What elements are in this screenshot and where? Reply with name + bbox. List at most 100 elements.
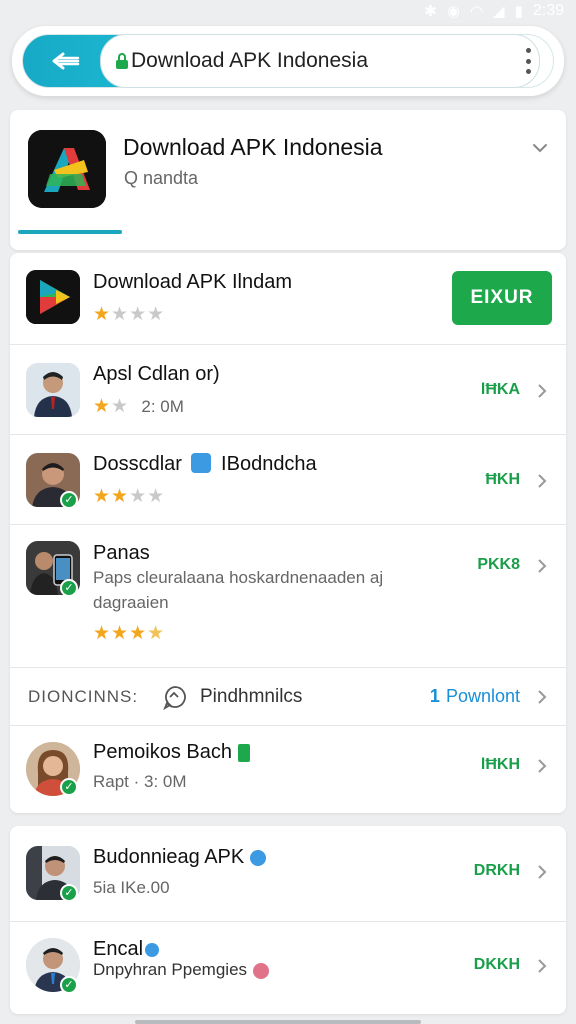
- star-half-icon: ★: [147, 623, 166, 644]
- section-header: DIONCINNS: Pindhmnilcs 1 Pownlont: [10, 668, 566, 726]
- battery-badge-icon: [237, 743, 250, 762]
- star-filled-icon: ★★: [93, 486, 130, 507]
- signal-icon: ◢: [493, 3, 505, 20]
- bluetooth-icon: ✱: [424, 3, 437, 20]
- verified-icon: ✓: [60, 976, 78, 994]
- chevron-down-icon[interactable]: [532, 140, 548, 156]
- status-time: 2:39: [532, 2, 564, 19]
- item-meta: Dnpyhran Ppemgies: [93, 960, 270, 980]
- item-title-text: Encal: [93, 938, 144, 960]
- avatar: [26, 363, 80, 417]
- size-label: PKK8: [477, 556, 520, 573]
- dot-icon: [525, 48, 531, 53]
- item-title: Encal: [93, 938, 160, 961]
- list-item[interactable]: ✓ Pemoikos Bach Rapt · 3: 0M lĦKH: [10, 726, 566, 813]
- header-card: Download APK Indonesia Q nandta: [10, 110, 566, 250]
- item-title: Apsl Cdlan or): [93, 363, 220, 385]
- item-meta: Rapt · 3: 0M: [93, 772, 187, 791]
- chevron-right-icon: [538, 384, 547, 398]
- item-title: Budonnieag APK: [93, 846, 267, 869]
- url-text: Download APK Indonesia: [131, 49, 368, 72]
- list-item[interactable]: ✓ Dosscdlar IBodndcha ★★★★ ĦKH: [10, 435, 566, 525]
- section-tab[interactable]: Pindhmnilcs: [200, 686, 302, 708]
- verified-badge-icon: [145, 942, 160, 957]
- size-label: lĦKH: [480, 756, 520, 773]
- wifi-icon: ◠: [469, 3, 484, 20]
- item-title-text: Dosscdlar: [93, 453, 182, 475]
- size-label: DKKH: [473, 956, 520, 973]
- size-label: DRKH: [473, 862, 520, 879]
- page-subtitle: Q nandta: [124, 168, 199, 188]
- url-field[interactable]: Download APK Indonesia: [100, 34, 540, 88]
- featured-title: Download APK Ilndam: [93, 271, 293, 293]
- list-item[interactable]: ✓ Encal Dnpyhran Ppemgies DKKH: [10, 922, 566, 1014]
- play-logo: [26, 270, 80, 324]
- play-store-icon: [26, 270, 80, 324]
- featured-row[interactable]: Download APK Ilndam ★★★★ EIXUR: [10, 253, 566, 345]
- status-dot-icon: [253, 962, 270, 979]
- download-icon: 1: [429, 686, 440, 706]
- app-logo[interactable]: [28, 130, 106, 208]
- item-title-text: Pemoikos Bach: [93, 741, 232, 763]
- item-title-suffix: IBodndcha: [221, 453, 317, 475]
- more-options-button[interactable]: [518, 48, 538, 74]
- verified-icon: ✓: [60, 778, 78, 796]
- item-title: Panas: [93, 542, 150, 564]
- section-label: DIONCINNS:: [28, 687, 139, 706]
- chevron-right-icon: [538, 690, 547, 704]
- chat-bubble-icon: [163, 686, 186, 710]
- list-item[interactable]: ✓ Budonnieag APK 5ia IKe.00 DRKH: [10, 826, 566, 922]
- verified-badge-icon: [250, 849, 267, 866]
- size-label: ĦKH: [485, 471, 520, 488]
- verified-icon: ✓: [60, 579, 78, 597]
- back-arrow-icon: [52, 52, 80, 70]
- star-empty-icon: ★: [111, 396, 130, 417]
- chevron-right-icon: [538, 474, 547, 488]
- star-filled-icon: ★: [93, 396, 112, 417]
- rating-stars: ★★★★: [93, 485, 165, 508]
- star-empty-icon: ★★: [129, 486, 166, 507]
- item-meta-text: Dnpyhran Ppemgies: [93, 960, 248, 979]
- status-bar: ✱ ◉ ◠ ◢ ▮ 2:39: [0, 0, 576, 22]
- item-title-text: Budonnieag APK: [93, 846, 245, 868]
- address-bar: Download APK Indonesia: [12, 26, 564, 96]
- back-button[interactable]: [34, 40, 98, 82]
- rating-stars: ★★ 2: 0M: [93, 395, 184, 418]
- chevron-right-icon: [538, 759, 547, 773]
- lock-icon: [115, 53, 129, 69]
- star-empty-icon: ★★★: [111, 304, 166, 325]
- dot-icon: [525, 69, 531, 74]
- item-meta: 2: 0M: [141, 397, 184, 416]
- battery-icon: ▮: [514, 3, 523, 20]
- home-indicator[interactable]: [135, 1020, 421, 1024]
- dot-icon: [525, 58, 531, 64]
- list-item[interactable]: ✓ Panas Paps cleuralaana hoskardnenaaden…: [10, 525, 566, 668]
- verified-icon: ✓: [60, 884, 78, 902]
- item-title: Pemoikos Bach: [93, 741, 250, 764]
- rating-stars: ★★★★: [93, 303, 165, 326]
- download-link-label: Pownlont: [445, 686, 520, 706]
- apk-logo-icon: [28, 130, 106, 208]
- star-filled-icon: ★: [93, 304, 112, 325]
- person-icon: [26, 363, 80, 417]
- item-description-2: dagraaien: [93, 593, 169, 612]
- app-list-2: ✓ Budonnieag APK 5ia IKe.00 DRKH ✓ Encal…: [10, 826, 566, 1014]
- chevron-right-icon: [538, 865, 547, 879]
- verified-badge-icon: [191, 453, 212, 473]
- app-list: Download APK Ilndam ★★★★ EIXUR Apsl Cdla…: [10, 253, 566, 813]
- rating-stars: ★★★★: [93, 622, 165, 645]
- chevron-right-icon: [538, 559, 547, 573]
- size-label: lĦKA: [480, 381, 520, 398]
- item-title: Dosscdlar IBodndcha: [93, 453, 317, 476]
- chevron-right-icon: [538, 959, 547, 973]
- download-link[interactable]: 1 Pownlont: [430, 686, 520, 707]
- alarm-icon: ◉: [446, 3, 460, 20]
- install-button[interactable]: EIXUR: [452, 271, 552, 325]
- star-filled-icon: ★★★: [93, 623, 148, 644]
- list-item[interactable]: Apsl Cdlan or) ★★ 2: 0M lĦKA: [10, 345, 566, 435]
- item-meta: 5ia IKe.00: [93, 878, 170, 897]
- page-title: Download APK Indonesia: [123, 134, 383, 160]
- tab-indicator: [18, 230, 122, 234]
- verified-icon: ✓: [60, 491, 78, 509]
- item-description: Paps cleuralaana hoskardnenaaden aj: [93, 568, 384, 587]
